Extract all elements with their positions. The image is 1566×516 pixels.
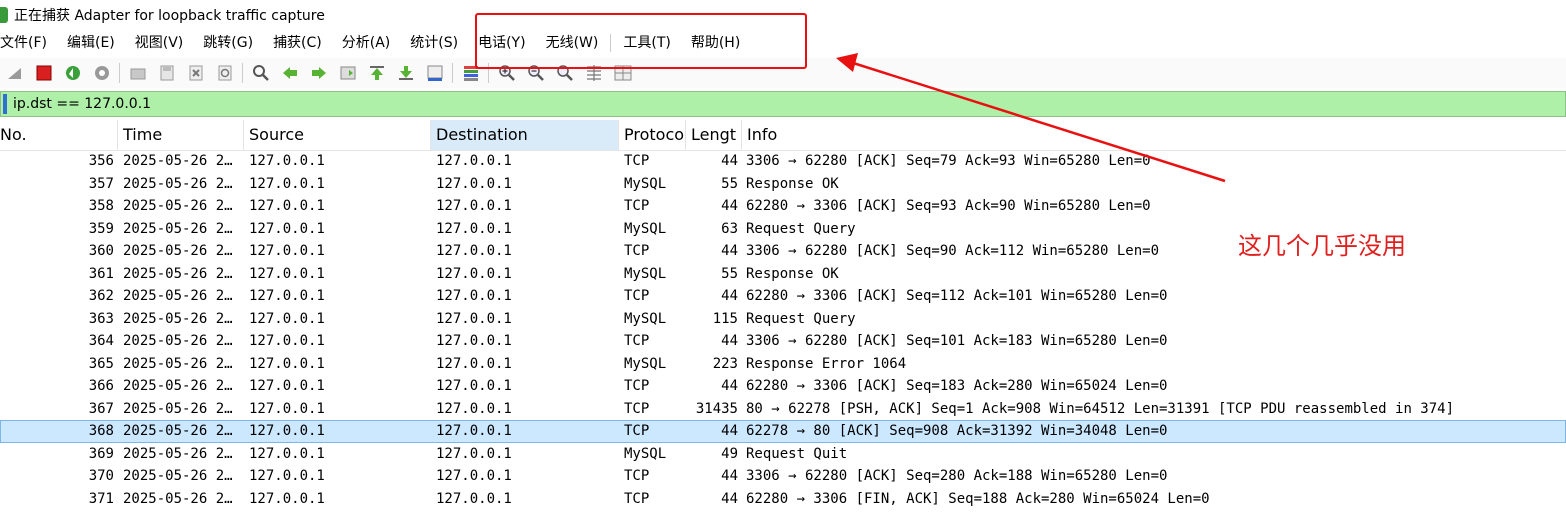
annotation-note: 这几个几乎没用 bbox=[1238, 232, 1406, 260]
